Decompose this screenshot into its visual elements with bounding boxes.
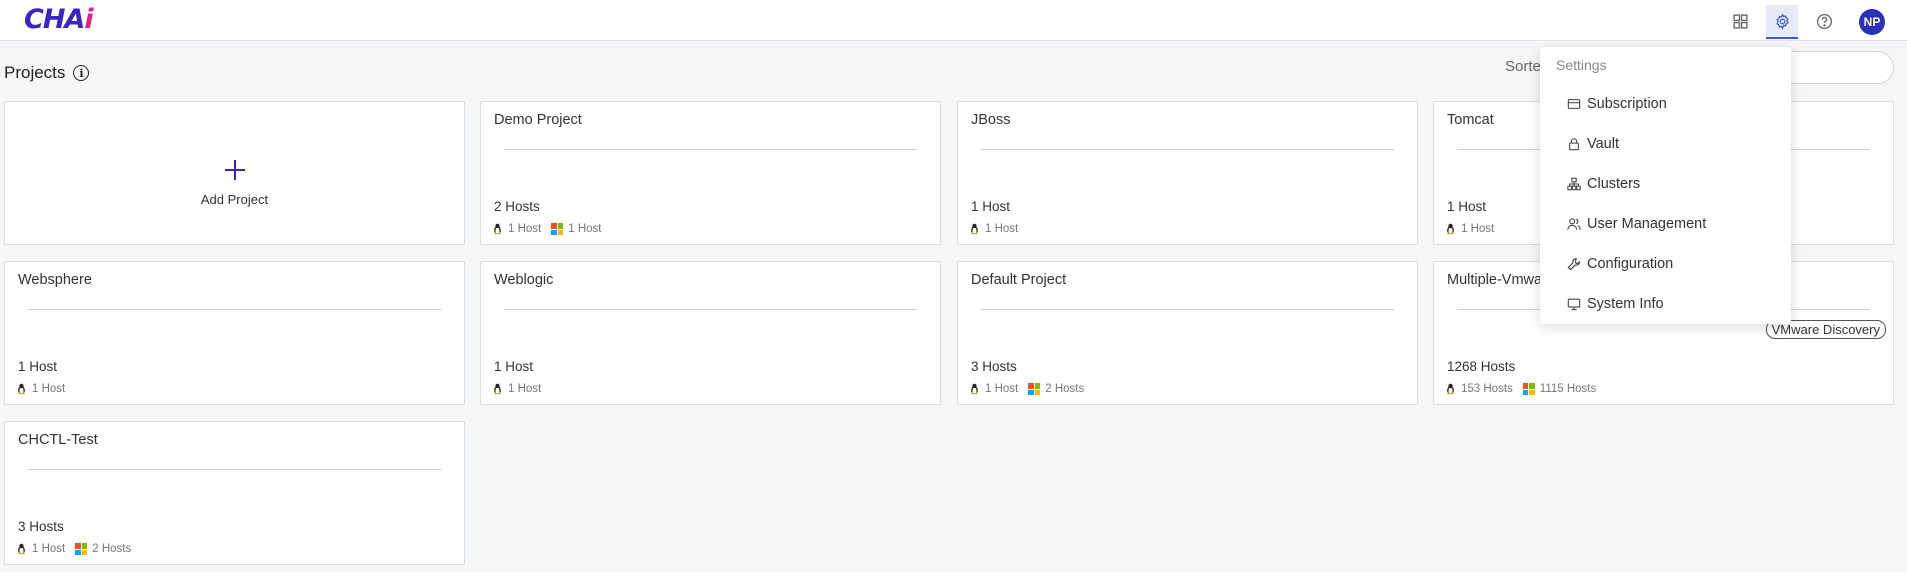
plus-icon	[225, 160, 245, 180]
host-count: 1 Host	[494, 359, 534, 374]
sort-label[interactable]: Sorte	[1505, 58, 1541, 75]
host-count: 1 Host	[1447, 199, 1487, 214]
windows-icon	[551, 223, 564, 235]
host-count: 1 Host	[18, 359, 58, 374]
page-title: Projects i	[4, 63, 90, 83]
menu-item-label: System Info	[1587, 296, 1664, 312]
host-count: 3 Hosts	[971, 359, 1017, 374]
clusters-icon	[1567, 177, 1581, 191]
add-project-label: Add Project	[200, 192, 269, 207]
host-count: 1 Host	[971, 199, 1011, 214]
menu-item-system-info[interactable]: System Info	[1567, 296, 1664, 312]
card-icon	[1567, 99, 1581, 109]
project-name: Demo Project	[494, 112, 582, 128]
linux-icon	[494, 223, 501, 235]
linux-icon	[18, 383, 25, 395]
divider	[28, 469, 441, 470]
windows-icon	[75, 543, 88, 555]
divider	[28, 309, 441, 310]
host-count: 3 Hosts	[18, 519, 64, 534]
linux-icon	[18, 543, 25, 555]
divider	[504, 149, 917, 150]
host-count: 1268 Hosts	[1447, 359, 1516, 374]
project-card[interactable]: Default Project 3 Hosts 1 Host 2 Hosts	[957, 261, 1418, 405]
menu-item-label: Clusters	[1587, 176, 1641, 192]
settings-menu: Settings Subscription Vault Clusters Use…	[1540, 47, 1791, 324]
windows-host-count: 2 Hosts	[1045, 383, 1085, 395]
windows-host-count: 1 Host	[568, 223, 602, 235]
linux-host-count: 1 Host	[985, 383, 1019, 395]
menu-item-subscription[interactable]: Subscription	[1567, 96, 1667, 112]
linux-icon	[494, 383, 501, 395]
linux-icon	[971, 223, 978, 235]
windows-host-count: 1115 Hosts	[1539, 383, 1597, 395]
divider	[981, 149, 1394, 150]
lock-icon	[1569, 138, 1579, 151]
project-name: Multiple-Vmwa	[1447, 272, 1543, 288]
host-count: 2 Hosts	[494, 199, 540, 214]
menu-item-user-management[interactable]: User Management	[1567, 216, 1706, 232]
project-name: Tomcat	[1447, 112, 1494, 128]
menu-item-configuration[interactable]: Configuration	[1567, 256, 1673, 272]
linux-host-count: 153 Hosts	[1461, 383, 1513, 395]
divider	[981, 309, 1394, 310]
menu-item-label: User Management	[1587, 216, 1707, 232]
project-card[interactable]: CHCTL-Test 3 Hosts 1 Host 2 Hosts	[4, 421, 465, 565]
top-bar: CHAi NP	[0, 0, 1907, 41]
add-project-card[interactable]: Add Project	[4, 101, 465, 245]
project-name: Default Project	[971, 272, 1067, 288]
users-icon	[1567, 218, 1581, 230]
avatar[interactable]: NP	[1859, 9, 1885, 35]
linux-icon	[971, 383, 978, 395]
project-card[interactable]: Websphere 1 Host 1 Host	[4, 261, 465, 405]
settings-menu-heading: Settings	[1556, 57, 1607, 73]
project-name: CHCTL-Test	[18, 432, 98, 448]
menu-item-label: Subscription	[1587, 96, 1667, 112]
project-card[interactable]: JBoss 1 Host 1 Host	[957, 101, 1418, 245]
windows-icon	[1028, 383, 1041, 395]
apps-grid-icon[interactable]	[1724, 5, 1756, 37]
gear-icon[interactable]	[1766, 5, 1798, 39]
divider	[504, 309, 917, 310]
info-icon[interactable]: i	[73, 65, 90, 81]
linux-host-count: 1 Host	[32, 383, 66, 395]
project-card[interactable]: Weblogic 1 Host 1 Host	[480, 261, 941, 405]
project-card[interactable]: Demo Project 2 Hosts 1 Host 1 Host	[480, 101, 941, 245]
project-name: JBoss	[971, 112, 1011, 128]
chai-logo[interactable]: CHAi	[24, 4, 94, 35]
linux-icon	[1447, 383, 1454, 395]
help-icon[interactable]	[1808, 5, 1840, 37]
linux-host-count: 1 Host	[32, 543, 66, 555]
linux-host-count: 1 Host	[1461, 223, 1495, 235]
monitor-icon	[1567, 298, 1581, 311]
menu-item-clusters[interactable]: Clusters	[1567, 176, 1640, 192]
menu-item-label: Vault	[1587, 136, 1619, 152]
linux-host-count: 1 Host	[508, 223, 542, 235]
linux-host-count: 1 Host	[508, 383, 542, 395]
project-name: Weblogic	[494, 272, 554, 288]
linux-host-count: 1 Host	[985, 223, 1019, 235]
linux-icon	[1447, 223, 1454, 235]
wrench-icon	[1567, 258, 1580, 271]
windows-icon	[1522, 383, 1535, 395]
project-name: Websphere	[18, 272, 92, 288]
menu-item-label: Configuration	[1587, 256, 1674, 272]
menu-item-vault[interactable]: Vault	[1567, 136, 1619, 152]
windows-host-count: 2 Hosts	[92, 543, 132, 555]
